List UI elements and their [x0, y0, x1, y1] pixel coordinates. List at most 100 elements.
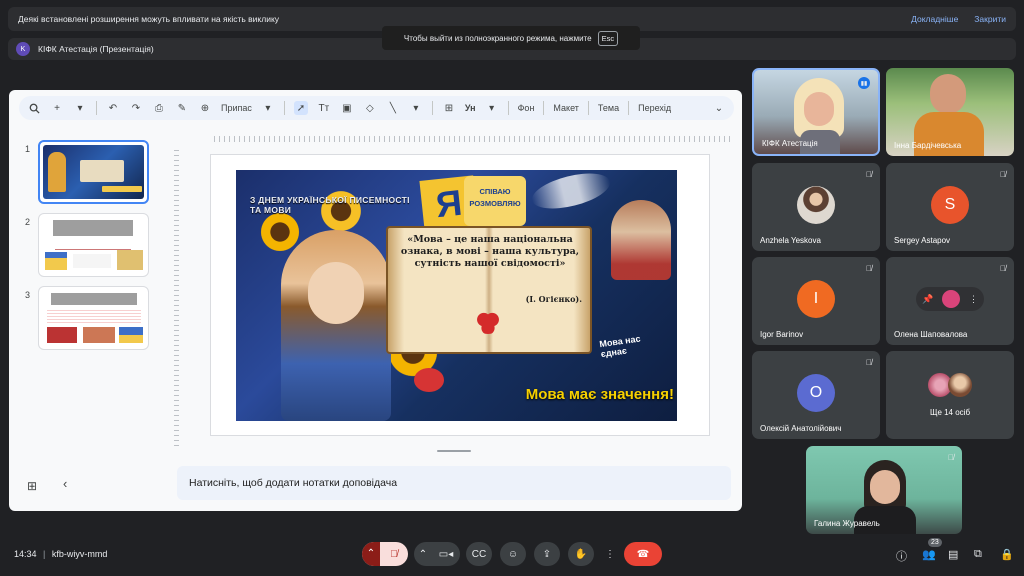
image-icon[interactable]: ▣ [340, 101, 354, 115]
mic-options-chevron-icon[interactable]: ⌃ [362, 542, 380, 566]
slide-number: 1 [25, 144, 31, 154]
toolbar-divider [431, 101, 433, 115]
mic-off-icon: 🎙̸ [866, 358, 872, 367]
theme-button[interactable]: Тема [598, 103, 619, 113]
thumbnail-row-2[interactable]: 2 [21, 213, 161, 277]
bubble-speak: РОЗМОВЛЯЮ [469, 199, 521, 208]
collapse-toolbar-icon[interactable]: ⌄ [712, 101, 726, 115]
transition-button[interactable]: Перехід [638, 103, 671, 113]
notes-resize-handle[interactable] [437, 450, 471, 452]
redo-icon[interactable]: ↷ [129, 101, 143, 115]
participant-tile[interactable]: 📌 ⋮ 🎙̸ Олена Шаповалова [886, 257, 1014, 345]
chevron-left-icon[interactable]: ‹ [63, 476, 67, 491]
participant-avatar: I [797, 280, 835, 318]
people-icon[interactable]: 👥 [922, 548, 936, 561]
participant-avatar [948, 373, 972, 397]
pin-icon[interactable]: 📌 [922, 294, 933, 305]
close-warning-link[interactable]: Закрити [974, 14, 1006, 24]
more-vert-icon: ⋮ [605, 548, 615, 560]
horizontal-ruler [214, 136, 734, 142]
participant-face [930, 74, 966, 114]
slide-number: 2 [25, 217, 31, 227]
mic-toggle-group: ⌃ 🎙̸ [362, 542, 408, 566]
flower-graphic [414, 368, 444, 392]
print-icon[interactable]: ⎙ [152, 101, 166, 115]
participant-name: Anzhela Yeskova [760, 236, 821, 245]
zoom-select[interactable]: Припас [221, 103, 252, 113]
line-icon[interactable]: ╲ [386, 101, 400, 115]
slide-thumbnail[interactable] [38, 286, 149, 350]
activities-icon[interactable]: ⧉ [974, 548, 982, 561]
raise-hand-button[interactable]: ✋ [568, 542, 594, 566]
toast-text: Чтобы выйти из полноэкранного режима, на… [403, 33, 592, 43]
paint-format-icon[interactable]: ✎ [175, 101, 189, 115]
chat-icon[interactable]: ▤ [948, 548, 958, 561]
search-menu-icon[interactable] [27, 101, 41, 115]
girl-illustration [281, 230, 391, 421]
slide-thumbnail[interactable] [38, 140, 149, 204]
shape-icon[interactable]: ◇ [363, 101, 377, 115]
meeting-info: 14:34 | kfb-wiyv-mmd [14, 549, 107, 559]
background-button[interactable]: Фон [518, 103, 535, 113]
speech-bubbles: СПІВАЮ РОЗМОВЛЯЮ [464, 176, 526, 226]
layout-button[interactable]: Макет [553, 103, 578, 113]
thumbnail-row-3[interactable]: 3 [21, 286, 161, 350]
participant-face [870, 470, 900, 504]
woman-illustration [611, 200, 671, 280]
camera-toggle-group: ⌃ ▭◂ [414, 542, 460, 566]
more-options-button[interactable]: ⋮ [602, 542, 618, 566]
slide-thumbnail[interactable] [38, 213, 149, 277]
mic-off-icon: 🎙̸ [866, 170, 872, 179]
present-button[interactable]: ⇪ [534, 542, 560, 566]
host-controls-icon[interactable]: 🔒 [1000, 548, 1014, 561]
select-cursor-icon[interactable]: ➚ [293, 101, 308, 115]
thumbnail-header [53, 220, 133, 236]
fullscreen-toast: Чтобы выйти из полноэкранного режима, на… [382, 26, 640, 50]
speaking-indicator-icon: ▮▮ [858, 77, 870, 89]
captions-button[interactable]: CC [466, 542, 492, 566]
slide-canvas[interactable]: З ДНЕМ УКРАЇНСЬКОЇ ПИСЕМНОСТІ ТА МОВИ Я … [210, 154, 710, 436]
toolbar-divider [543, 101, 545, 115]
leave-call-button[interactable]: ☎ [624, 542, 662, 566]
participant-tile[interactable]: I 🎙̸ Igor Barinov [752, 257, 880, 345]
self-view-tile[interactable]: 🎙̸ Галина Журавель [806, 446, 962, 534]
details-link[interactable]: Докладніше [911, 14, 958, 24]
more-participants-label: Ще 14 осіб [929, 408, 971, 417]
participant-tile[interactable]: ▮▮ КІФК Атестація [752, 68, 880, 156]
chevron-down-icon[interactable]: ▾ [73, 101, 87, 115]
input-tools-chevron-icon[interactable]: ▾ [485, 101, 499, 115]
thumbnail-picture [117, 250, 143, 270]
text-box-icon[interactable]: Тт [317, 101, 331, 115]
grid-view-icon[interactable]: ⊞ [27, 479, 37, 493]
participant-tile[interactable]: О 🎙̸ Олексій Анатолійович [752, 351, 880, 439]
participant-tile[interactable]: Ще 14 осіб [886, 351, 1014, 439]
slide-banner: З ДНЕМ УКРАЇНСЬКОЇ ПИСЕМНОСТІ ТА МОВИ [250, 195, 410, 215]
speaker-notes-field[interactable]: Натисніть, щоб додати нотатки доповідача [177, 466, 731, 500]
mic-off-button[interactable]: 🎙̸ [380, 549, 408, 560]
zoom-chevron-icon[interactable]: ▾ [261, 101, 275, 115]
zoom-icon[interactable]: ⊕ [198, 101, 212, 115]
end-call-icon: ☎ [636, 548, 650, 560]
slide-quote: «Мова – це наша національна ознака, в мо… [400, 234, 580, 269]
rowan-berries-graphic [474, 310, 502, 334]
new-slide-icon[interactable]: + [50, 101, 64, 115]
participant-tile[interactable]: Інна Бардічевська [886, 68, 1014, 156]
bubble-sing: СПІВАЮ [479, 187, 511, 196]
emoji-icon: ☺ [507, 548, 519, 560]
camera-button[interactable]: ▭◂ [432, 549, 460, 560]
participant-face [804, 92, 834, 126]
more-options-icon[interactable]: ⋮ [969, 294, 978, 305]
camera-options-chevron-icon[interactable]: ⌃ [414, 549, 432, 560]
participant-tile[interactable]: S 🎙̸ Sergey Astapov [886, 163, 1014, 251]
comment-icon[interactable]: ⊞ [442, 101, 456, 115]
participant-tile[interactable]: 🎙̸ Anzhela Yeskova [752, 163, 880, 251]
meeting-details-icon[interactable]: ⓘ [896, 548, 907, 564]
participant-avatar: О [797, 374, 835, 412]
slide-image: З ДНЕМ УКРАЇНСЬКОЇ ПИСЕМНОСТІ ТА МОВИ Я … [236, 170, 677, 421]
thumbnail-row-1[interactable]: 1 [21, 140, 161, 204]
input-tools-button[interactable]: Ун [465, 103, 476, 113]
undo-icon[interactable]: ↶ [106, 101, 120, 115]
reactions-button[interactable]: ☺ [500, 542, 526, 566]
line-chevron-icon[interactable]: ▾ [409, 101, 423, 115]
captions-icon: CC [471, 548, 487, 560]
